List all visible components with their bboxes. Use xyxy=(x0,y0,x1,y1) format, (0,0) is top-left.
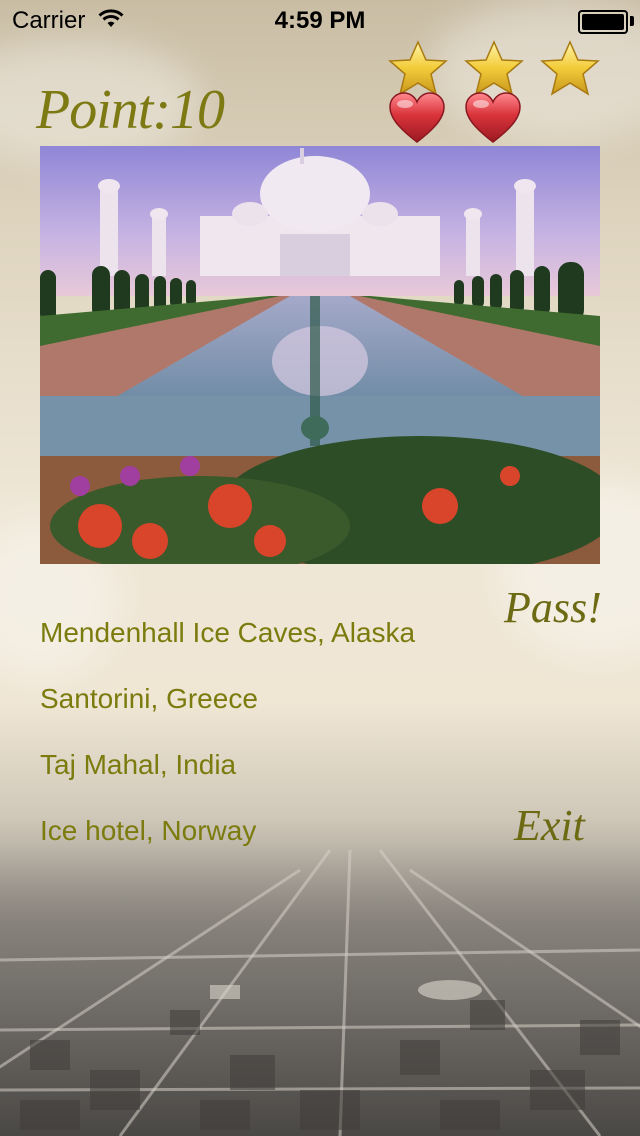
answer-option-1[interactable]: Mendenhall Ice Caves, Alaska xyxy=(40,617,415,649)
star-icon xyxy=(540,40,600,96)
answer-option-3[interactable]: Taj Mahal, India xyxy=(40,749,236,781)
status-bar: Carrier 4:59 PM xyxy=(0,0,640,40)
city-background xyxy=(0,840,640,1136)
city-skyline-image xyxy=(0,840,640,1136)
clock-label: 4:59 PM xyxy=(274,7,366,34)
game-screen: Carrier 4:59 PM Point:10 Mendenhall Ice … xyxy=(0,0,640,1136)
answer-option-4[interactable]: Ice hotel, Norway xyxy=(40,815,256,847)
points-label: Point:10 xyxy=(36,79,225,141)
star-icon xyxy=(388,40,448,96)
taj-mahal-image xyxy=(40,146,600,564)
star-icon xyxy=(464,40,524,96)
pass-button[interactable]: Pass! xyxy=(504,582,602,633)
battery-icon xyxy=(578,10,628,34)
answer-option-2[interactable]: Santorini, Greece xyxy=(40,683,258,715)
battery-tip xyxy=(630,16,634,26)
location-photo xyxy=(40,146,600,564)
heart-icon xyxy=(389,92,445,143)
heart-icon xyxy=(465,92,521,143)
exit-button[interactable]: Exit xyxy=(514,800,585,851)
